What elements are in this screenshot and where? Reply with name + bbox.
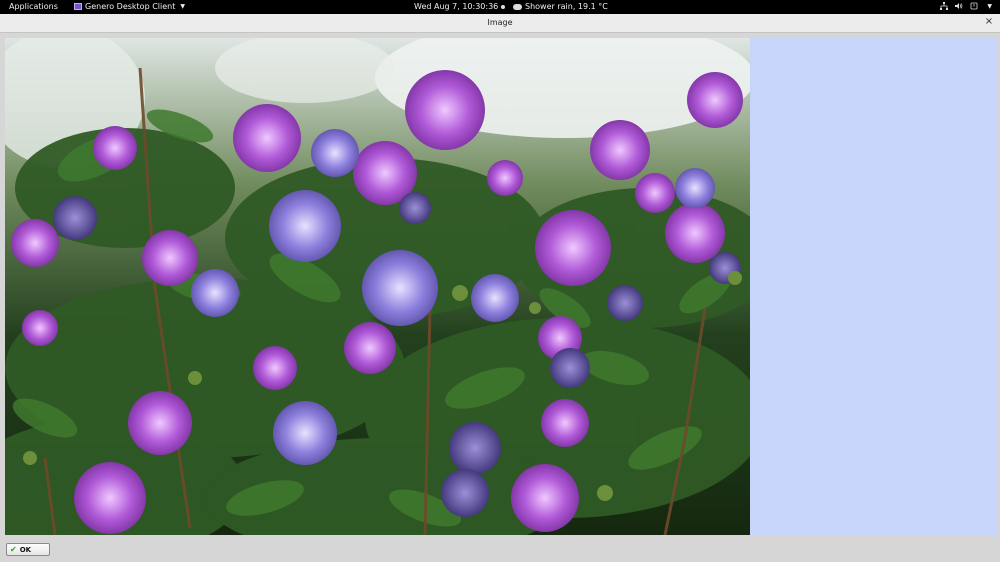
weather-label: Shower rain, 19.1 °C	[525, 2, 608, 11]
chevron-down-icon: ▼	[987, 2, 992, 10]
checkmark-icon: ✔	[10, 544, 17, 554]
power-icon	[970, 2, 978, 10]
applications-menu[interactable]: Applications	[9, 2, 58, 11]
weather-cloud-icon	[513, 3, 522, 10]
flower-photo	[5, 38, 750, 535]
weather-indicator[interactable]: Shower rain, 19.1 °C	[513, 2, 608, 11]
flower-photo-drawing	[5, 38, 750, 535]
ok-label: OK	[19, 545, 32, 554]
system-tray[interactable]: ▼	[940, 2, 992, 10]
app-name-label: Genero Desktop Client	[85, 2, 176, 11]
clock[interactable]: Wed Aug 7, 10:30:36	[414, 2, 506, 11]
clock-dot-icon	[501, 4, 506, 9]
chevron-down-icon: ▼	[180, 3, 185, 10]
clock-label: Wed Aug 7, 10:30:36	[414, 2, 499, 11]
applications-label: Applications	[9, 2, 58, 11]
network-icon	[940, 2, 949, 10]
volume-icon	[955, 3, 963, 9]
ok-button[interactable]: ✔ OK	[6, 543, 50, 556]
top-system-bar: Applications Genero Desktop Client ▼ Wed…	[0, 0, 1000, 14]
app-icon	[74, 3, 82, 10]
close-icon[interactable]: ×	[984, 17, 994, 27]
app-menu[interactable]: Genero Desktop Client ▼	[74, 2, 185, 11]
image-container	[5, 38, 998, 535]
window-titlebar: Image ×	[0, 14, 1000, 33]
window-title: Image	[487, 18, 513, 27]
dialog-footer: ✔ OK	[0, 537, 1000, 562]
